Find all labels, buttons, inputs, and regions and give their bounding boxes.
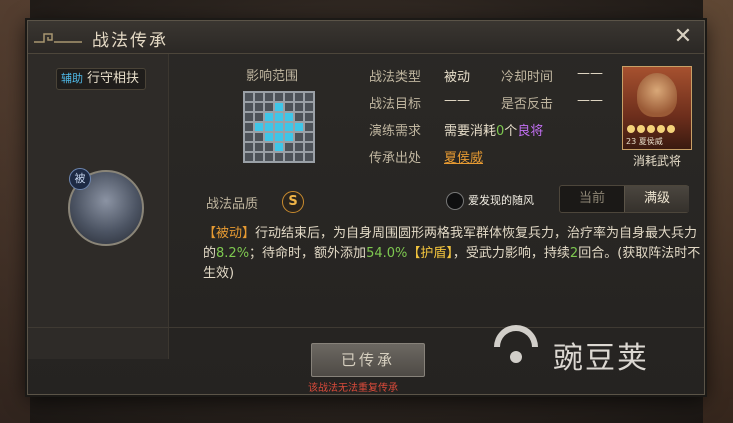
- cooldown-label: 冷却时间: [501, 70, 554, 85]
- drill-unit: 个: [504, 124, 518, 139]
- drill-label: 演练需求: [369, 124, 422, 139]
- range-label: 影响范围: [246, 69, 299, 84]
- watermark-text: 爱发现的随风: [468, 194, 534, 207]
- level-toggle: 当前 满级: [559, 185, 689, 213]
- target-value: ——: [444, 93, 470, 108]
- source-value[interactable]: 夏侯威: [444, 147, 483, 166]
- skill-name-tag: 辅助 行守相扶: [56, 68, 147, 90]
- background-right: [703, 0, 733, 423]
- cooldown-value: ——: [577, 66, 603, 81]
- hero-caption: 消耗武将: [632, 154, 681, 168]
- quality-grade: S: [282, 191, 304, 213]
- watermark-icon: [446, 192, 464, 210]
- skill-description: 【被动】行动结束后，为自身周围圆形两格我军群体恢复兵力，治疗率为自身最大兵力的8…: [203, 226, 701, 281]
- drill-suffix: 良将: [517, 124, 544, 139]
- skill-summary: 辅助 行守相扶 被: [28, 54, 169, 359]
- skill-name: 行守相扶: [87, 71, 140, 86]
- close-icon[interactable]: ✕: [672, 26, 694, 48]
- site-logo-icon: [494, 325, 538, 363]
- panel-title: 战法传承: [92, 31, 168, 51]
- role-tag: 辅助: [61, 72, 83, 85]
- warning-text: 该战法无法重复传承: [308, 383, 398, 394]
- site-name: 豌豆荚: [553, 341, 649, 376]
- drill-prefix: 需要消耗: [444, 124, 497, 139]
- hero-portrait: [637, 73, 677, 117]
- drill-value: 需要消耗0个良将: [444, 120, 543, 139]
- inherited-button[interactable]: 已传承: [311, 343, 425, 377]
- passive-badge: 被: [69, 168, 91, 190]
- source-label: 传承出处: [369, 151, 422, 166]
- hero-card[interactable]: 23 夏侯威: [622, 66, 692, 150]
- quality-label: 战法品质: [206, 197, 259, 212]
- divider: [28, 327, 704, 328]
- hero-stars: [627, 125, 677, 136]
- toggle-max[interactable]: 满级: [624, 186, 689, 212]
- range-grid: [243, 91, 315, 163]
- title-ornament-icon: [34, 33, 82, 43]
- background-left: [0, 0, 30, 423]
- counter-label: 是否反击: [501, 97, 554, 112]
- counter-value: ——: [577, 93, 603, 108]
- type-label: 战法类型: [369, 70, 422, 85]
- title-bar: 战法传承 ✕: [28, 21, 704, 54]
- toggle-current[interactable]: 当前: [560, 186, 624, 212]
- target-label: 战法目标: [369, 97, 422, 112]
- hero-level: 23 夏侯威: [626, 137, 663, 146]
- type-value: 被动: [444, 70, 471, 85]
